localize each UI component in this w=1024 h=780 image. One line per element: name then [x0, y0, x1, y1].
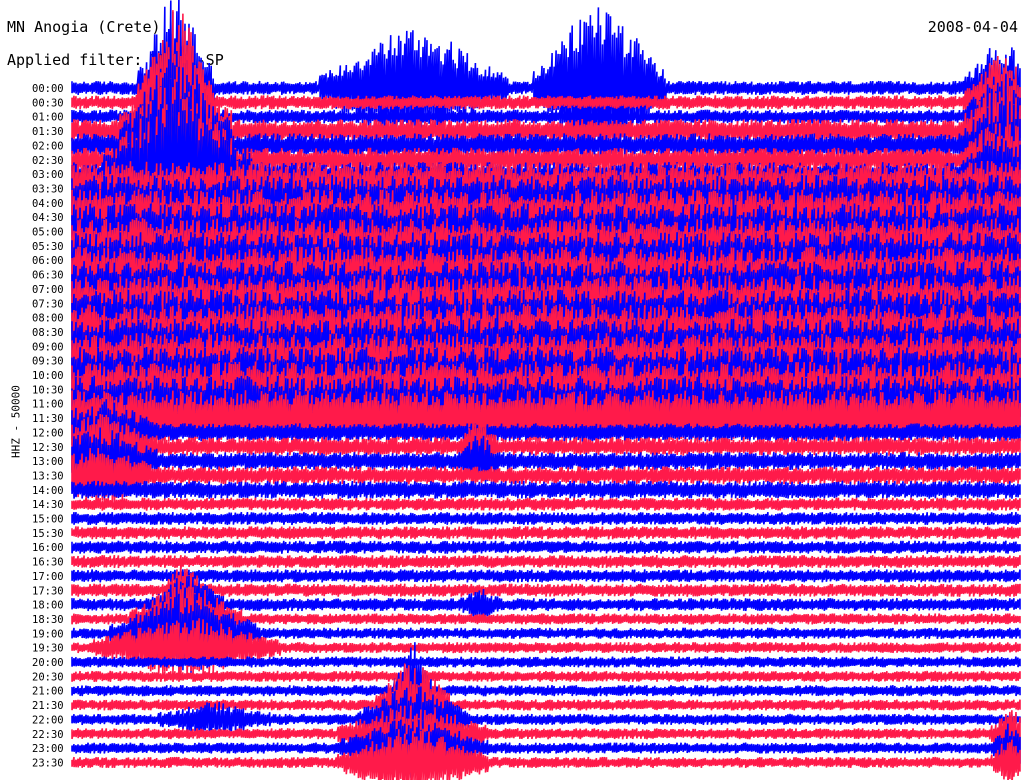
trace-line-23:00 — [71, 719, 1021, 778]
time-tick-label: 21:30 — [32, 700, 64, 712]
time-tick-label: 03:00 — [32, 169, 64, 181]
trace-line-14:30 — [71, 497, 1021, 511]
seismogram-plot: 00:00 00:30 01:00 01:30 02:00 02:30 03:00 03:30… — [30, 0, 1021, 780]
time-tick-label: 18:30 — [32, 614, 64, 626]
time-tick-label: 04:30 — [32, 212, 64, 224]
trace-line-15:30 — [71, 526, 1021, 540]
time-tick-label: 07:00 — [32, 284, 64, 296]
trace-line-15:00 — [71, 511, 1021, 526]
time-tick-label: 12:30 — [32, 442, 64, 454]
time-tick-label: 21:00 — [32, 686, 64, 698]
time-tick-label: 02:00 — [32, 140, 64, 152]
time-tick-label: 06:00 — [32, 255, 64, 267]
channel-axis-label: HHZ - 50000 — [9, 385, 23, 458]
time-tick-label: 10:00 — [32, 370, 64, 382]
time-tick-label: 08:30 — [32, 327, 64, 339]
time-tick-label: 05:00 — [32, 227, 64, 239]
time-tick-label: 23:00 — [32, 743, 64, 755]
helicorder-view: MN Anogia (Crete) Applied filter: WWSSN-… — [0, 0, 1024, 780]
time-tick-label: 03:30 — [32, 183, 64, 195]
time-tick-label: 09:00 — [32, 341, 64, 353]
time-tick-label: 15:00 — [32, 514, 64, 526]
time-tick-label: 17:30 — [32, 585, 64, 597]
time-tick-label: 09:30 — [32, 356, 64, 368]
trace-line-16:30 — [71, 554, 1021, 569]
time-tick-label: 16:30 — [32, 557, 64, 569]
time-tick-label: 16:00 — [32, 542, 64, 554]
trace-line-22:00 — [71, 686, 1021, 755]
time-tick-label: 01:30 — [32, 126, 64, 138]
time-tick-label: 19:30 — [32, 643, 64, 655]
trace-line-14:00 — [71, 480, 1021, 499]
time-tick-label: 14:00 — [32, 485, 64, 497]
time-tick-label: 06:30 — [32, 270, 64, 282]
time-tick-label: 10:30 — [32, 384, 64, 396]
time-tick-label: 00:00 — [32, 83, 64, 95]
time-tick-label: 19:00 — [32, 628, 64, 640]
time-tick-label: 08:00 — [32, 313, 64, 325]
time-tick-label: 02:30 — [32, 155, 64, 167]
time-tick-label: 22:00 — [32, 714, 64, 726]
trace-line-20:30 — [71, 670, 1021, 682]
time-tick-label: 22:30 — [32, 729, 64, 741]
time-tick-label: 18:00 — [32, 600, 64, 612]
trace-line-16:00 — [71, 540, 1021, 554]
time-tick-label: 04:00 — [32, 198, 64, 210]
time-tick-label: 01:00 — [32, 112, 64, 124]
time-tick-label: 07:30 — [32, 298, 64, 310]
time-tick-label: 20:30 — [32, 671, 64, 683]
trace-group — [71, 0, 1021, 780]
trace-line-17:00 — [71, 569, 1021, 583]
time-tick-label: 13:00 — [32, 456, 64, 468]
time-tick-label: 20:00 — [32, 657, 64, 669]
time-tick-label: 14:30 — [32, 499, 64, 511]
time-tick-label: 05:30 — [32, 241, 64, 253]
time-tick-label: 13:30 — [32, 470, 64, 482]
time-tick-label: 00:30 — [32, 97, 64, 109]
time-tick-label: 11:30 — [32, 413, 64, 425]
time-tick-label: 23:30 — [32, 757, 64, 769]
time-tick-label: 15:30 — [32, 528, 64, 540]
time-tick-label: 17:00 — [32, 571, 64, 583]
time-tick-label: 11:00 — [32, 399, 64, 411]
time-tick-label: 12:00 — [32, 427, 64, 439]
